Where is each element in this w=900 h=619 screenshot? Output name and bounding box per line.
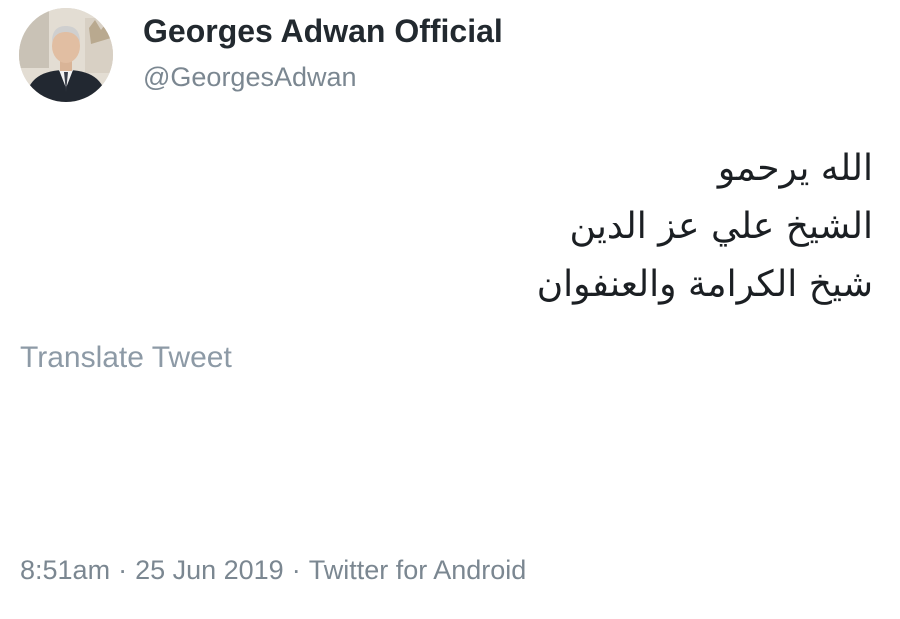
- tweet-metadata: 8:51am · 25 Jun 2019 · Twitter for Android: [20, 555, 526, 586]
- user-handle[interactable]: @GeorgesAdwan: [143, 62, 357, 93]
- tweet-source-link[interactable]: Twitter for Android: [309, 555, 527, 585]
- avatar[interactable]: [19, 8, 113, 102]
- translate-tweet-link[interactable]: Translate Tweet: [20, 341, 232, 375]
- meta-separator: ·: [291, 555, 301, 585]
- meta-separator: ·: [118, 555, 128, 585]
- user-avatar-icon: [19, 8, 113, 102]
- tweet-text-line: الله يرحمو: [717, 148, 873, 189]
- tweet-time[interactable]: 8:51am: [20, 555, 110, 585]
- tweet-text: الله يرحمو الشيخ علي عز الدين شيخ الكرام…: [273, 140, 873, 314]
- tweet-date[interactable]: 25 Jun 2019: [135, 555, 284, 585]
- tweet-text-line: شيخ الكرامة والعنفوان: [536, 264, 873, 305]
- display-name[interactable]: Georges Adwan Official: [143, 13, 503, 50]
- tweet-card: Georges Adwan Official @GeorgesAdwan الل…: [0, 0, 900, 619]
- tweet-text-line: الشيخ علي عز الدين: [569, 206, 873, 247]
